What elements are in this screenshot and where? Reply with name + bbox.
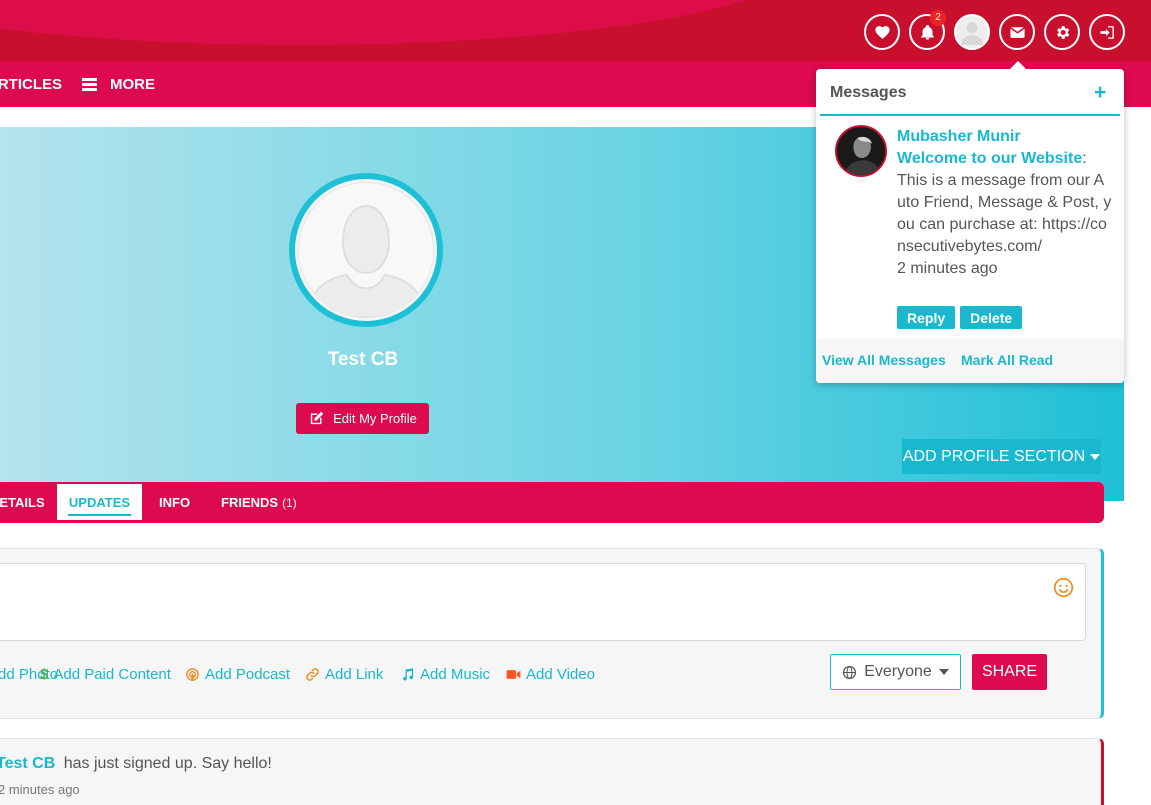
profile-tabs: DETAILS UPDATES INFO FRIENDS (1) — [0, 482, 1104, 523]
default-user-icon — [305, 205, 427, 317]
nav-more-label: MORE — [110, 75, 155, 93]
view-all-messages-link[interactable]: View All Messages — [822, 352, 946, 368]
privacy-select[interactable]: Everyone — [830, 654, 961, 690]
header-icon-group: 2 — [864, 10, 1125, 50]
activity-timestamp: 2 minutes ago — [0, 782, 80, 797]
messages-button[interactable] — [999, 14, 1035, 50]
tab-updates-label: UPDATES — [67, 495, 132, 516]
login-button[interactable] — [1089, 14, 1125, 50]
tab-updates[interactable]: UPDATES — [57, 484, 142, 520]
globe-icon — [843, 665, 857, 679]
tab-details[interactable]: DETAILS — [0, 482, 45, 523]
add-paid-content-label: Add Paid Content — [53, 665, 171, 683]
tab-info[interactable]: INFO — [159, 482, 190, 523]
add-podcast-link[interactable]: Add Podcast — [185, 664, 290, 684]
privacy-value: Everyone — [864, 663, 932, 680]
top-bar: 2 — [0, 0, 1151, 61]
share-button[interactable]: SHARE — [972, 654, 1047, 690]
profile-avatar[interactable] — [289, 173, 443, 327]
profile-avatar-placeholder — [298, 182, 434, 318]
add-video-label: Add Video — [526, 665, 595, 683]
notifications-button[interactable]: 2 — [909, 10, 946, 50]
nav-more[interactable]: MORE — [82, 61, 155, 107]
messages-dropdown: Messages + Mubasher Munir Welcome to our… — [816, 61, 1124, 383]
envelope-icon — [1009, 26, 1025, 38]
add-podcast-label: Add Podcast — [205, 665, 291, 683]
add-paid-content-link[interactable]: $ Add Paid Content — [40, 664, 171, 684]
settings-button[interactable] — [1044, 14, 1080, 50]
message-sender[interactable]: Mubasher Munir — [897, 126, 1113, 148]
user-avatar-button[interactable] — [954, 14, 990, 50]
podcast-icon — [186, 667, 199, 681]
add-link-label: Add Link — [325, 665, 384, 683]
tab-friends-label: FRIENDS — [221, 495, 279, 510]
new-message-button[interactable]: + — [1094, 82, 1106, 103]
caret-down-icon — [1090, 453, 1101, 460]
message-time: 2 minutes ago — [897, 260, 998, 277]
message-body: This is a message from our Auto Friend, … — [897, 172, 1112, 255]
mark-all-read-link[interactable]: Mark All Read — [961, 352, 1053, 368]
edit-profile-label: Edit My Profile — [333, 411, 417, 426]
dropdown-arrow — [1010, 61, 1026, 69]
status-input[interactable] — [0, 563, 1086, 641]
video-camera-icon — [506, 669, 521, 679]
bell-icon — [920, 24, 934, 40]
gear-icon — [1056, 25, 1069, 39]
edit-profile-button[interactable]: Edit My Profile — [296, 403, 429, 434]
link-icon — [306, 667, 319, 681]
nav-articles[interactable]: ARTICLES — [0, 61, 62, 107]
avatar — [961, 22, 983, 45]
header-wave-decoration — [0, 0, 800, 45]
sign-in-icon — [1099, 25, 1114, 39]
activity-user-link[interactable]: Test CB — [0, 755, 55, 772]
notification-count-badge: 2 — [930, 10, 946, 26]
friends-count: (1) — [282, 495, 297, 510]
emoji-icon[interactable] — [1053, 577, 1074, 598]
delete-button[interactable]: Delete — [960, 306, 1023, 329]
music-icon — [403, 667, 414, 680]
sender-avatar[interactable] — [835, 125, 887, 177]
activity-message: has just signed up. Say hello! — [63, 755, 272, 772]
profile-name: Test CB — [327, 349, 399, 370]
message-actions: Reply Delete — [897, 306, 1023, 329]
message-subject[interactable]: Welcome to our Website — [897, 150, 1082, 167]
message-subject-separator: : — [1082, 150, 1087, 167]
add-profile-section-label: ADD PROFILE SECTION — [902, 447, 1086, 465]
dollar-icon: $ — [40, 665, 49, 683]
messages-divider — [820, 114, 1120, 116]
add-music-label: Add Music — [420, 665, 491, 683]
activity-text: Test CB has just signed up. Say hello! — [0, 755, 272, 773]
add-link-link[interactable]: Add Link — [305, 664, 383, 684]
add-profile-section-button[interactable]: ADD PROFILE SECTION — [902, 439, 1101, 474]
add-video-link[interactable]: Add Video — [506, 664, 595, 684]
add-music-link[interactable]: Add Music — [400, 664, 490, 684]
edit-icon — [310, 411, 324, 425]
caret-down-icon — [938, 669, 949, 675]
favorites-button[interactable] — [864, 14, 900, 50]
reply-button[interactable]: Reply — [897, 306, 956, 329]
tab-friends[interactable]: FRIENDS (1) — [221, 482, 297, 523]
sender-photo — [837, 127, 885, 175]
hamburger-icon — [82, 76, 97, 93]
heart-icon — [874, 25, 890, 39]
messages-title: Messages — [830, 84, 907, 101]
message-item[interactable]: Mubasher Munir Welcome to our Website: T… — [897, 126, 1113, 280]
